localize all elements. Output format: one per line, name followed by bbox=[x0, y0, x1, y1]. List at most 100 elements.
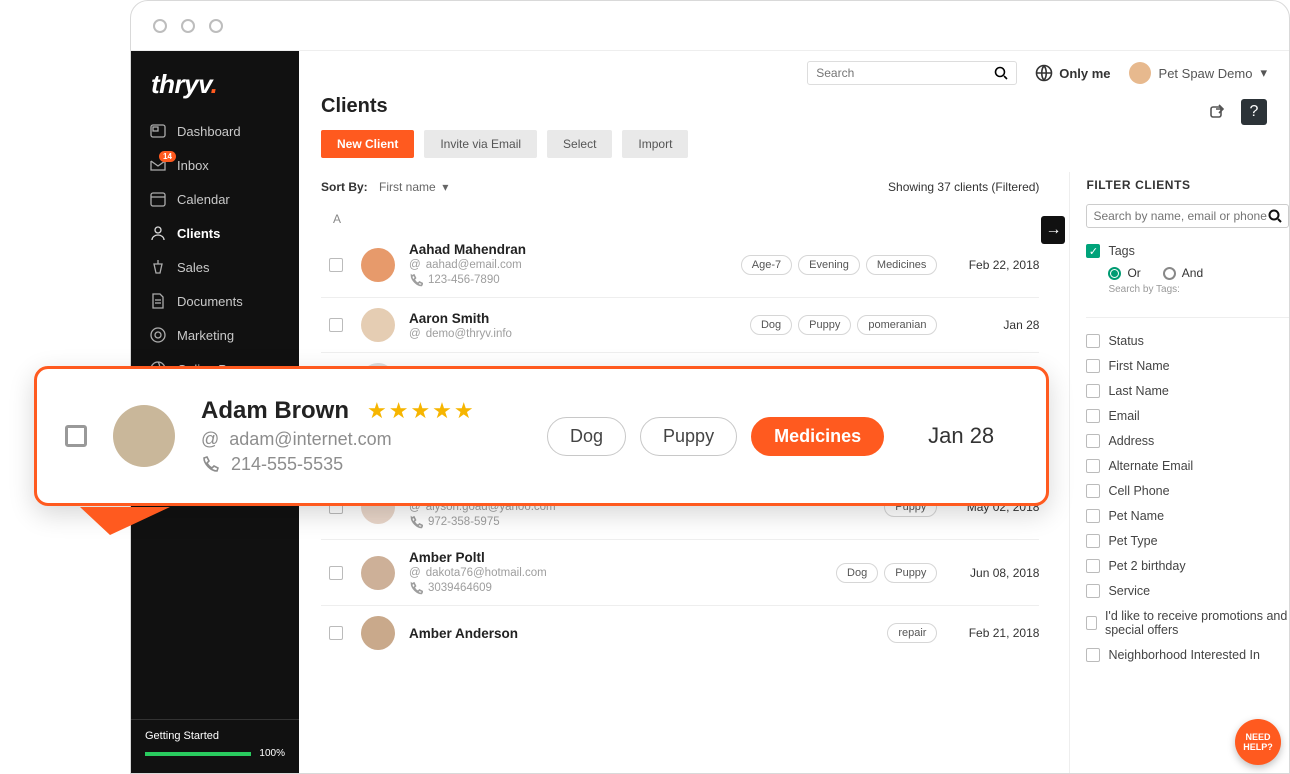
global-search[interactable] bbox=[807, 61, 1017, 85]
client-tag[interactable]: Dog bbox=[836, 563, 878, 583]
sidebar-item-clients[interactable]: Clients bbox=[131, 216, 299, 250]
checkbox-icon bbox=[1086, 559, 1100, 573]
highlight-tag[interactable]: Puppy bbox=[640, 417, 737, 456]
client-phone: 972-358-5975 bbox=[428, 516, 500, 528]
filter-option-label: Email bbox=[1108, 409, 1139, 423]
nav-label: Sales bbox=[177, 260, 210, 275]
phone-icon bbox=[409, 581, 423, 595]
checkbox-checked-icon: ✓ bbox=[1086, 244, 1100, 258]
only-me-toggle[interactable]: Only me bbox=[1035, 64, 1110, 82]
filter-option[interactable]: Status bbox=[1086, 328, 1289, 353]
filter-option[interactable]: I'd like to receive promotions and speci… bbox=[1086, 603, 1289, 642]
search-input[interactable] bbox=[816, 66, 994, 80]
import-button[interactable]: Import bbox=[622, 130, 688, 158]
radio-off-icon bbox=[1163, 267, 1176, 280]
sidebar-item-marketing[interactable]: Marketing bbox=[131, 318, 299, 352]
filter-option[interactable]: Cell Phone bbox=[1086, 478, 1289, 503]
window-dot-max[interactable] bbox=[209, 19, 223, 33]
client-tags: repair bbox=[887, 623, 937, 643]
filter-option[interactable]: Pet Type bbox=[1086, 528, 1289, 553]
slide-arrow-button[interactable]: → bbox=[1041, 216, 1065, 244]
client-row[interactable]: Aahad Mahendran@aahad@email.com123-456-7… bbox=[321, 232, 1039, 297]
filter-tags-check[interactable]: ✓ Tags bbox=[1086, 240, 1289, 262]
client-date: Jun 08, 2018 bbox=[951, 566, 1039, 580]
chevron-down-icon: ▾ bbox=[1260, 65, 1267, 81]
export-icon[interactable] bbox=[1205, 99, 1231, 125]
filter-option-label: Address bbox=[1108, 434, 1154, 448]
filter-option[interactable]: Address bbox=[1086, 428, 1289, 453]
client-tag[interactable]: repair bbox=[887, 623, 937, 643]
nav-label: Clients bbox=[177, 226, 220, 241]
nav-label: Documents bbox=[177, 294, 243, 309]
client-tag[interactable]: Dog bbox=[750, 315, 792, 335]
badge: 14 bbox=[159, 151, 176, 162]
highlight-name: Adam Brown bbox=[201, 397, 349, 425]
highlight-checkbox[interactable] bbox=[65, 425, 87, 447]
sidebar-item-calendar[interactable]: Calendar bbox=[131, 182, 299, 216]
checkbox-icon bbox=[1086, 534, 1100, 548]
client-tag[interactable]: Age-7 bbox=[741, 255, 792, 275]
select-button[interactable]: Select bbox=[547, 130, 612, 158]
need-help-button[interactable]: NEED HELP? bbox=[1235, 719, 1281, 765]
new-client-button[interactable]: New Client bbox=[321, 130, 414, 158]
highlight-tag[interactable]: Dog bbox=[547, 417, 626, 456]
getting-started-panel[interactable]: Getting Started 100% bbox=[131, 719, 299, 773]
filter-option-label: Pet Name bbox=[1108, 509, 1164, 523]
filter-option[interactable]: Neighborhood Interested In bbox=[1086, 642, 1289, 667]
client-tag[interactable]: Evening bbox=[798, 255, 860, 275]
invite-email-button[interactable]: Invite via Email bbox=[424, 130, 537, 158]
client-row[interactable]: Aaron Smith@demo@thryv.infoDogPuppypomer… bbox=[321, 297, 1039, 352]
filter-option[interactable]: First Name bbox=[1086, 353, 1289, 378]
checkbox-icon bbox=[1086, 509, 1100, 523]
filter-search[interactable] bbox=[1086, 204, 1289, 228]
row-checkbox[interactable] bbox=[329, 318, 343, 332]
filter-option[interactable]: Pet Name bbox=[1086, 503, 1289, 528]
filter-tags-or[interactable]: Or bbox=[1108, 266, 1140, 280]
row-checkbox[interactable] bbox=[329, 566, 343, 580]
search-icon bbox=[1268, 209, 1282, 223]
topbar: Only me Pet Spaw Demo ▾ bbox=[299, 51, 1289, 95]
client-row[interactable]: Amber AndersonrepairFeb 21, 2018 bbox=[321, 605, 1039, 660]
sidebar-item-documents[interactable]: Documents bbox=[131, 284, 299, 318]
filter-option-label: Status bbox=[1108, 334, 1143, 348]
search-icon bbox=[994, 66, 1008, 80]
client-tag[interactable]: Puppy bbox=[884, 563, 937, 583]
help-icon[interactable]: ? bbox=[1241, 99, 1267, 125]
showing-count: Showing 37 clients (Filtered) bbox=[888, 180, 1039, 194]
client-tag[interactable]: Medicines bbox=[866, 255, 938, 275]
filter-tags-and[interactable]: And bbox=[1163, 266, 1203, 280]
sort-by-dropdown[interactable]: First name ▾ bbox=[379, 180, 448, 194]
highlight-tag[interactable]: Medicines bbox=[751, 417, 884, 456]
client-avatar bbox=[361, 556, 395, 590]
user-menu[interactable]: Pet Spaw Demo ▾ bbox=[1129, 62, 1267, 84]
row-checkbox[interactable] bbox=[329, 258, 343, 272]
checkbox-icon bbox=[1086, 648, 1100, 662]
client-date: Feb 21, 2018 bbox=[951, 626, 1039, 640]
client-phone: 3039464609 bbox=[428, 582, 492, 594]
client-name: Aahad Mahendran bbox=[409, 242, 727, 257]
nav-icon bbox=[149, 224, 167, 242]
sidebar-item-dashboard[interactable]: Dashboard bbox=[131, 114, 299, 148]
client-row[interactable]: Amber Poltl@dakota76@hotmail.com30394646… bbox=[321, 539, 1039, 605]
filter-option[interactable]: Alternate Email bbox=[1086, 453, 1289, 478]
client-tag[interactable]: Puppy bbox=[798, 315, 851, 335]
window-dot-close[interactable] bbox=[153, 19, 167, 33]
filter-option[interactable]: Service bbox=[1086, 578, 1289, 603]
highlight-avatar bbox=[113, 405, 175, 467]
highlight-email: adam@internet.com bbox=[229, 429, 391, 450]
filter-option[interactable]: Pet 2 birthday bbox=[1086, 553, 1289, 578]
filter-option[interactable]: Email bbox=[1086, 403, 1289, 428]
client-date: Jan 28 bbox=[951, 318, 1039, 332]
filter-option[interactable]: Last Name bbox=[1086, 378, 1289, 403]
checkbox-icon bbox=[1086, 459, 1100, 473]
client-tag[interactable]: pomeranian bbox=[857, 315, 937, 335]
filter-option-label: Pet Type bbox=[1108, 534, 1157, 548]
filter-option-label: Last Name bbox=[1108, 384, 1168, 398]
sidebar-item-inbox[interactable]: 14Inbox bbox=[131, 148, 299, 182]
filter-search-input[interactable] bbox=[1093, 209, 1268, 223]
phone-icon bbox=[409, 515, 423, 529]
row-checkbox[interactable] bbox=[329, 626, 343, 640]
sidebar-item-sales[interactable]: Sales bbox=[131, 250, 299, 284]
client-email: demo@thryv.info bbox=[426, 328, 512, 340]
window-dot-min[interactable] bbox=[181, 19, 195, 33]
